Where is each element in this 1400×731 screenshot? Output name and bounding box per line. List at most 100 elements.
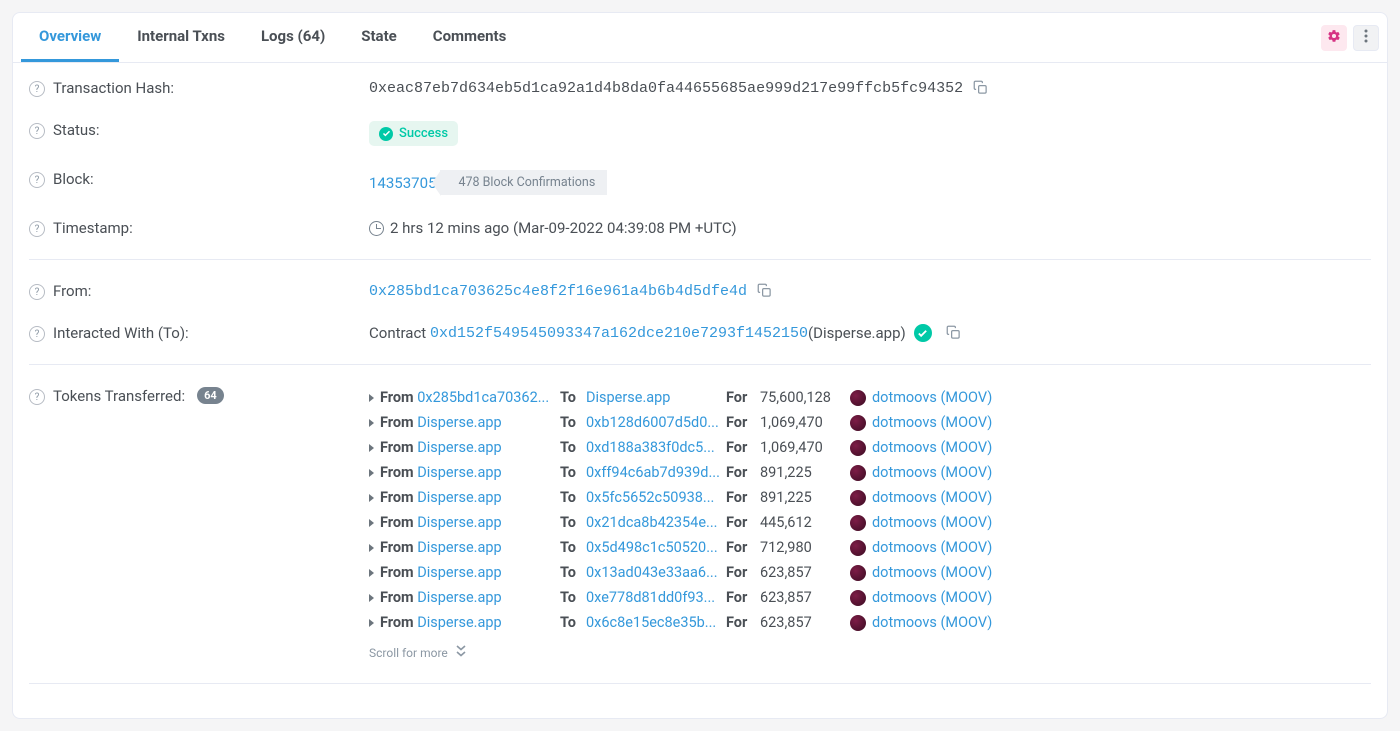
tab-overview[interactable]: Overview bbox=[21, 13, 119, 62]
transfer-to-link[interactable]: 0x5fc5652c50938... bbox=[586, 489, 714, 506]
from-label: From bbox=[380, 564, 414, 581]
help-icon[interactable]: ? bbox=[29, 81, 45, 97]
transfer-from-link[interactable]: Disperse.app bbox=[417, 464, 501, 481]
caret-right-icon bbox=[369, 444, 374, 452]
token-link[interactable]: dotmoovs (MOOV) bbox=[872, 614, 992, 631]
help-icon[interactable]: ? bbox=[29, 326, 45, 342]
for-label: For bbox=[726, 464, 747, 481]
for-label: For bbox=[726, 564, 747, 581]
help-icon[interactable]: ? bbox=[29, 221, 45, 237]
for-label: For bbox=[726, 414, 747, 431]
row-tx-hash: ? Transaction Hash: 0xeac87eb7d634eb5d1c… bbox=[29, 67, 1371, 109]
row-from: ? From: 0x285bd1ca703625c4e8f2f16e961a4b… bbox=[29, 270, 1371, 312]
copy-to-button[interactable] bbox=[946, 325, 962, 341]
settings-button[interactable] bbox=[1321, 25, 1347, 51]
transfer-amount: 623,857 bbox=[760, 564, 844, 581]
row-status: ? Status: Success bbox=[29, 109, 1371, 158]
divider bbox=[29, 259, 1371, 260]
vertical-dots-icon bbox=[1364, 29, 1368, 47]
transfer-from-link[interactable]: Disperse.app bbox=[417, 514, 501, 531]
token-icon bbox=[850, 440, 866, 456]
transfer-amount: 1,069,470 bbox=[760, 439, 844, 456]
help-icon[interactable]: ? bbox=[29, 284, 45, 300]
transfer-from-link[interactable]: 0x285bd1ca70362... bbox=[417, 389, 549, 406]
from-address-link[interactable]: 0x285bd1ca703625c4e8f2f16e961a4b6b4d5dfe… bbox=[369, 283, 747, 300]
from-label: From bbox=[380, 414, 414, 431]
transfer-to-link[interactable]: 0xd188a383f0dc5... bbox=[586, 439, 715, 456]
to-prefix: Contract bbox=[369, 324, 426, 342]
for-label: For bbox=[726, 589, 747, 606]
tabs: Overview Internal Txns Logs (64) State C… bbox=[21, 13, 524, 62]
transfer-from-link[interactable]: Disperse.app bbox=[417, 439, 501, 456]
transfer-to-link[interactable]: Disperse.app bbox=[586, 389, 670, 406]
transaction-card: Overview Internal Txns Logs (64) State C… bbox=[12, 12, 1388, 719]
token-icon bbox=[850, 565, 866, 581]
transfer-to-link[interactable]: 0x21dca8b42354e... bbox=[586, 514, 718, 531]
label-timestamp: Timestamp: bbox=[53, 219, 133, 237]
scroll-for-more[interactable]: Scroll for more bbox=[369, 645, 466, 660]
token-link[interactable]: dotmoovs (MOOV) bbox=[872, 464, 992, 481]
from-label: From bbox=[380, 514, 414, 531]
more-button[interactable] bbox=[1353, 25, 1379, 51]
tab-internal-txns[interactable]: Internal Txns bbox=[119, 13, 243, 62]
for-label: For bbox=[726, 389, 747, 406]
token-icon bbox=[850, 390, 866, 406]
transfer-row: From Disperse.appTo0xb128d6007d5d0...For… bbox=[369, 414, 1371, 431]
tabbar: Overview Internal Txns Logs (64) State C… bbox=[13, 13, 1387, 63]
token-link[interactable]: dotmoovs (MOOV) bbox=[872, 514, 992, 531]
help-icon[interactable]: ? bbox=[29, 172, 45, 188]
transfer-row: From Disperse.appTo0x5d498c1c50520...For… bbox=[369, 539, 1371, 556]
label-block: Block: bbox=[53, 170, 94, 188]
transfers-list: From 0x285bd1ca70362... To Disperse.app For… bbox=[369, 387, 1371, 631]
label-status: Status: bbox=[53, 121, 100, 139]
transfer-to-link[interactable]: 0x13ad043e33aa6... bbox=[586, 564, 718, 581]
tokens-count-badge: 64 bbox=[197, 387, 224, 404]
token-link[interactable]: dotmoovs (MOOV) bbox=[872, 564, 992, 581]
transfer-row: From Disperse.appTo0x13ad043e33aa6...For… bbox=[369, 564, 1371, 581]
caret-right-icon bbox=[369, 394, 374, 402]
double-chevron-down-icon bbox=[456, 645, 466, 660]
from-label: From bbox=[380, 439, 414, 456]
divider bbox=[29, 364, 1371, 365]
verified-icon bbox=[914, 324, 932, 342]
to-label: To bbox=[560, 589, 576, 606]
token-link[interactable]: dotmoovs (MOOV) bbox=[872, 589, 992, 606]
transfer-to-link[interactable]: 0x5d498c1c50520... bbox=[586, 539, 718, 556]
tab-comments[interactable]: Comments bbox=[415, 13, 525, 62]
token-link[interactable]: dotmoovs (MOOV) bbox=[872, 439, 992, 456]
transfer-to-link[interactable]: 0xe778d81dd0f93... bbox=[586, 589, 715, 606]
help-icon[interactable]: ? bbox=[29, 123, 45, 139]
transfer-amount: 891,225 bbox=[760, 464, 844, 481]
token-icon bbox=[850, 490, 866, 506]
transfer-to-link[interactable]: 0xff94c6ab7d939d... bbox=[586, 464, 720, 481]
copy-tx-hash-button[interactable] bbox=[973, 80, 989, 96]
caret-right-icon bbox=[369, 519, 374, 527]
token-link[interactable]: dotmoovs (MOOV) bbox=[872, 389, 992, 406]
token-link[interactable]: dotmoovs (MOOV) bbox=[872, 539, 992, 556]
for-label: For bbox=[726, 514, 747, 531]
label-tokens-transferred: Tokens Transferred: bbox=[53, 387, 185, 405]
transfer-from-link[interactable]: Disperse.app bbox=[417, 589, 501, 606]
token-link[interactable]: dotmoovs (MOOV) bbox=[872, 414, 992, 431]
copy-from-button[interactable] bbox=[757, 283, 773, 299]
from-label: From bbox=[380, 389, 414, 406]
for-label: For bbox=[726, 439, 747, 456]
tab-logs[interactable]: Logs (64) bbox=[243, 13, 343, 62]
transfer-from-link[interactable]: Disperse.app bbox=[417, 564, 501, 581]
clock-icon bbox=[369, 221, 384, 236]
block-number-link[interactable]: 14353705 bbox=[369, 174, 436, 192]
transfer-from-link[interactable]: Disperse.app bbox=[417, 414, 501, 431]
help-icon[interactable]: ? bbox=[29, 389, 45, 405]
transfer-from-link[interactable]: Disperse.app bbox=[417, 489, 501, 506]
transfer-to-link[interactable]: 0xb128d6007d5d0... bbox=[586, 414, 719, 431]
tab-state[interactable]: State bbox=[343, 13, 415, 62]
to-label: To bbox=[560, 389, 576, 406]
transfer-to-link[interactable]: 0x6c8e15ec8e35b... bbox=[586, 614, 716, 631]
transfer-row: From Disperse.appTo0x5fc5652c50938...For… bbox=[369, 489, 1371, 506]
transfer-from-link[interactable]: Disperse.app bbox=[417, 539, 501, 556]
to-address-link[interactable]: 0xd152f549545093347a162dce210e7293f14521… bbox=[430, 325, 808, 342]
token-link[interactable]: dotmoovs (MOOV) bbox=[872, 489, 992, 506]
token-icon bbox=[850, 465, 866, 481]
transfer-from-link[interactable]: Disperse.app bbox=[417, 614, 501, 631]
from-label: From bbox=[380, 539, 414, 556]
